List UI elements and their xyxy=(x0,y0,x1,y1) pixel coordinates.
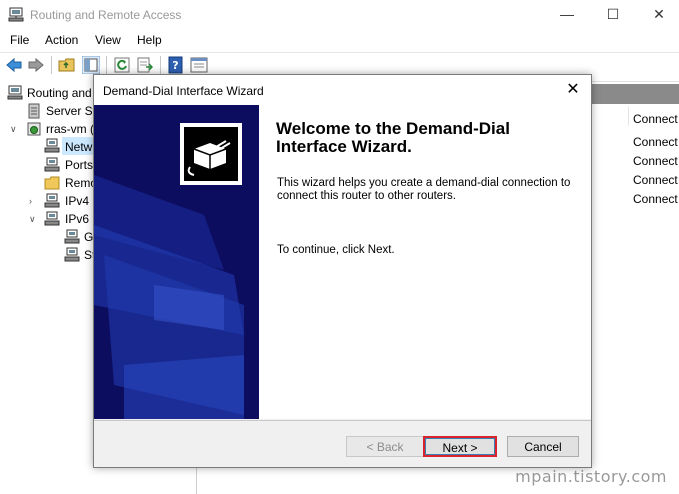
connection-state-cell[interactable]: Connect xyxy=(633,154,678,168)
next-button[interactable]: Next > xyxy=(423,436,497,457)
wizard-banner-art xyxy=(94,105,259,419)
routing-root-icon xyxy=(7,85,23,100)
window-title: Routing and Remote Access xyxy=(30,8,182,22)
network-interfaces-icon xyxy=(44,138,60,153)
connection-state-cell[interactable]: Connect xyxy=(633,112,678,126)
server-icon xyxy=(27,122,41,136)
export-list-icon[interactable] xyxy=(136,56,154,74)
tree-item-server[interactable]: rras-vm ( xyxy=(46,122,94,136)
menu-action[interactable]: Action xyxy=(45,33,78,47)
wizard-footer-separator xyxy=(94,420,591,421)
tree-item-ipv6[interactable]: IPv6 xyxy=(65,212,89,226)
ipv6-icon xyxy=(44,211,60,226)
toolbar-separator xyxy=(106,56,107,74)
wizard-continue-text: To continue, click Next. xyxy=(277,244,395,256)
menu-help[interactable]: Help xyxy=(137,33,162,47)
refresh-icon[interactable] xyxy=(113,56,131,74)
back-button[interactable]: < Back xyxy=(346,436,424,457)
column-divider xyxy=(628,106,629,126)
cancel-button[interactable]: Cancel xyxy=(507,436,579,457)
menu-view[interactable]: View xyxy=(95,33,121,47)
demand-dial-wizard-dialog: Demand-Dial Interface Wizard ✕ Welcome t… xyxy=(93,74,592,468)
close-button[interactable]: ✕ xyxy=(636,0,679,30)
routing-app-icon xyxy=(8,7,24,22)
connection-state-cell[interactable]: Connect xyxy=(633,135,678,149)
tree-item-root[interactable]: Routing and xyxy=(27,86,92,100)
svg-text:?: ? xyxy=(172,59,178,72)
wizard-banner xyxy=(94,105,259,419)
connection-state-cell[interactable]: Connect xyxy=(633,173,678,187)
properties-icon[interactable] xyxy=(190,56,208,74)
maximize-button[interactable]: ☐ xyxy=(590,0,636,30)
folder-icon xyxy=(44,176,60,190)
back-arrow-icon[interactable] xyxy=(5,56,23,74)
toolbar-separator xyxy=(160,56,161,74)
wizard-close-button[interactable]: ✕ xyxy=(555,75,591,105)
toolbar-separator xyxy=(51,56,52,74)
help-icon[interactable]: ? xyxy=(167,56,185,74)
tree-item-network-interfaces[interactable]: Netw xyxy=(65,140,92,154)
up-folder-icon[interactable] xyxy=(58,56,76,74)
tree-item-ipv4[interactable]: IPv4 xyxy=(65,194,89,208)
general-icon xyxy=(64,229,80,244)
wizard-description: This wizard helps you create a demand-di… xyxy=(277,177,571,202)
ipv4-icon xyxy=(44,193,60,208)
tree-item-ports[interactable]: Ports xyxy=(65,158,93,172)
chevron-down-icon[interactable]: ∨ xyxy=(29,214,36,225)
chevron-right-icon[interactable]: › xyxy=(29,196,32,206)
tree-item-ipv6-general[interactable]: G xyxy=(84,230,93,244)
chevron-down-icon[interactable]: ∨ xyxy=(10,124,17,135)
ports-icon xyxy=(44,157,60,172)
tree-item-server-status[interactable]: Server St xyxy=(46,104,96,118)
menu-file[interactable]: File xyxy=(10,33,29,47)
static-routes-icon xyxy=(64,247,80,262)
wizard-title: Demand-Dial Interface Wizard xyxy=(103,84,264,98)
wizard-content: Welcome to the Demand-Dial Interface Wiz… xyxy=(259,105,591,419)
minimize-button[interactable]: — xyxy=(544,0,590,30)
show-hide-tree-icon[interactable] xyxy=(82,56,100,74)
connection-state-cell[interactable]: Connect xyxy=(633,192,678,206)
server-status-icon xyxy=(28,103,40,119)
wizard-heading: Welcome to the Demand-Dial Interface Wiz… xyxy=(276,119,510,156)
watermark: mpain.tistory.com xyxy=(515,467,667,486)
forward-arrow-icon[interactable] xyxy=(27,56,45,74)
